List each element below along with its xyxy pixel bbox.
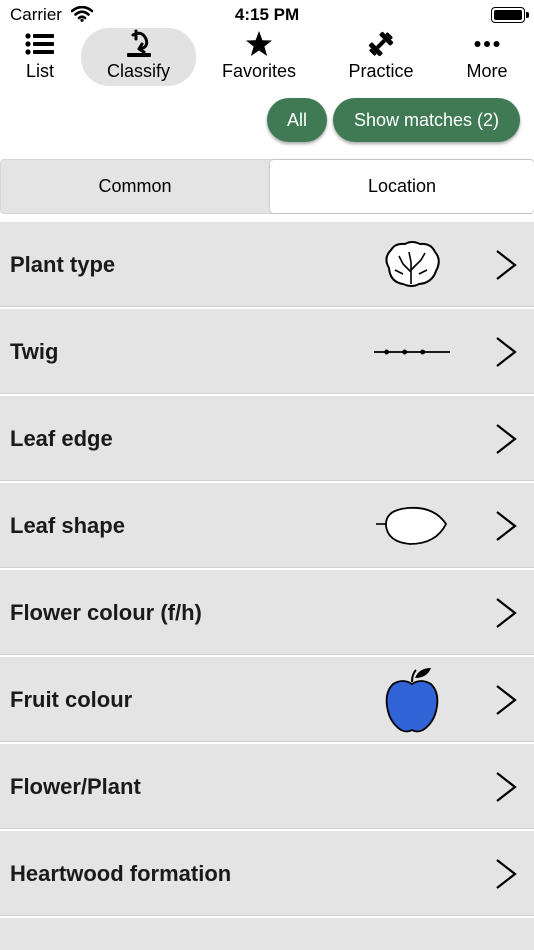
list-item-plant-type[interactable]: Plant type — [0, 222, 534, 307]
row-label: Leaf edge — [10, 425, 113, 451]
row-label: Flower/Plant — [10, 773, 141, 799]
chevron-right-icon — [494, 858, 518, 895]
list-item-flower-plant[interactable]: Flower/Plant — [0, 744, 534, 829]
row-label: Fruit colour — [10, 686, 133, 712]
top-tab-bar: List Classify Favorites Practice More — [0, 28, 534, 88]
chevron-right-icon — [494, 597, 518, 634]
chevron-right-icon — [494, 510, 518, 547]
tab-list-label: List — [25, 61, 54, 81]
row-label: Twig — [10, 338, 59, 364]
segment-location[interactable]: Location — [270, 160, 534, 213]
chevron-right-icon — [494, 336, 518, 373]
list-item[interactable] — [0, 918, 534, 950]
classify-icon — [124, 28, 154, 60]
row-label: Flower colour (f/h) — [10, 599, 202, 625]
twig-image — [372, 321, 452, 383]
tab-more-label: More — [466, 61, 508, 81]
category-list: Plant type Twig Leaf edge Leaf shape Flo… — [0, 222, 534, 950]
list-item-flower-colour[interactable]: Flower colour (f/h) — [0, 570, 534, 655]
row-label: Leaf shape — [10, 512, 125, 538]
list-icon — [25, 28, 55, 60]
tab-practice-label: Practice — [348, 61, 414, 81]
tab-classify-label: Classify — [106, 61, 170, 81]
row-label: Heartwood formation — [10, 860, 232, 886]
battery-icon — [491, 7, 529, 23]
list-item-twig[interactable]: Twig — [0, 309, 534, 394]
status-bar: Carrier 4:15 PM — [0, 0, 534, 30]
blue-apple-image — [372, 668, 452, 733]
tab-favorites-label: Favorites — [221, 61, 297, 81]
tree-crown-image — [372, 234, 452, 296]
filter-buttons: All Show matches (2) — [267, 98, 520, 142]
list-item-fruit-colour[interactable]: Fruit colour — [0, 657, 534, 742]
list-item-leaf-shape[interactable]: Leaf shape — [0, 483, 534, 568]
tab-favorites[interactable]: Favorites — [205, 28, 313, 86]
chevron-right-icon — [494, 423, 518, 460]
tab-practice[interactable]: Practice — [330, 28, 432, 86]
row-label: Plant type — [10, 251, 116, 277]
tab-classify[interactable]: Classify — [81, 28, 196, 86]
chevron-right-icon — [494, 771, 518, 808]
tab-list[interactable]: List — [0, 28, 80, 86]
star-icon — [245, 28, 273, 60]
more-icon — [474, 28, 500, 60]
chevron-right-icon — [494, 249, 518, 286]
clock: 4:15 PM — [234, 5, 300, 24]
segment-common[interactable]: Common — [1, 160, 269, 213]
tab-more[interactable]: More — [452, 28, 522, 86]
chevron-right-icon — [494, 684, 518, 721]
dumbbell-icon — [367, 28, 395, 60]
oval-leaf-image — [372, 495, 452, 557]
all-button[interactable]: All — [267, 98, 327, 142]
list-item-heartwood-formation[interactable]: Heartwood formation — [0, 831, 534, 916]
segmented-control: Common Location — [0, 159, 534, 214]
list-item-leaf-edge[interactable]: Leaf edge — [0, 396, 534, 481]
show-matches-button[interactable]: Show matches (2) — [333, 98, 520, 142]
